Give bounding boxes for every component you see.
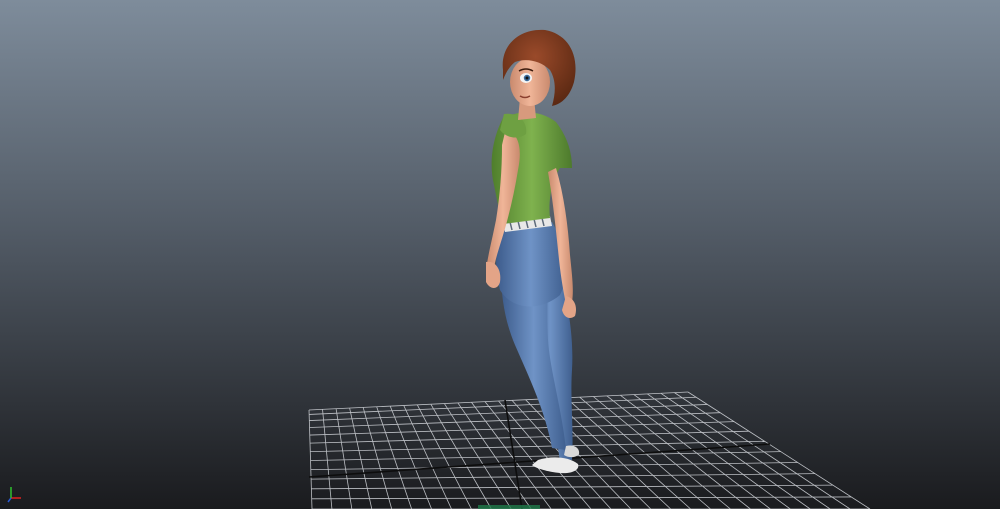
3d-viewport[interactable] xyxy=(0,0,1000,509)
selection-highlight xyxy=(478,505,540,509)
viewport-canvas[interactable] xyxy=(0,0,1000,509)
axis-gizmo-icon xyxy=(5,484,27,504)
character-hips xyxy=(496,222,566,307)
